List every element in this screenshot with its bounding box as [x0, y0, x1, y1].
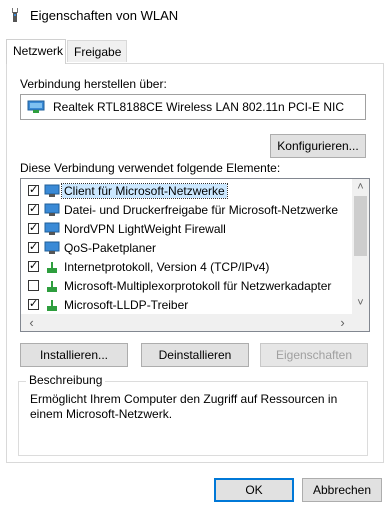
description-legend: Beschreibung — [26, 373, 106, 387]
properties-button[interactable]: Eigenschaften — [260, 343, 368, 367]
protocol-icon — [47, 281, 57, 292]
list-item-label: Microsoft-LLDP-Treiber — [64, 298, 189, 312]
components-label: Diese Verbindung verwendet folgende Elem… — [20, 161, 281, 175]
configure-button[interactable]: Konfigurieren... — [270, 134, 366, 158]
checkbox[interactable]: ✓ — [28, 185, 39, 196]
protocol-icon — [47, 262, 57, 273]
vertical-scrollbar[interactable]: ˄ ˅ — [352, 179, 369, 314]
checkbox[interactable]: ✓ — [28, 299, 39, 310]
tab-netzwerk[interactable]: Netzwerk — [6, 39, 66, 64]
list-item-tcpipv4[interactable]: ✓ Internetprotokoll, Version 4 (TCP/IPv4… — [21, 258, 351, 276]
wifi-adapter-icon — [12, 8, 18, 22]
ok-button[interactable]: OK — [214, 478, 294, 502]
adapter-field: Realtek RTL8188CE Wireless LAN 802.11n P… — [20, 94, 366, 120]
window-title: Eigenschaften von WLAN — [30, 8, 179, 23]
adapter-name: Realtek RTL8188CE Wireless LAN 802.11n P… — [53, 100, 345, 114]
list-item-label: NordVPN LightWeight Firewall — [64, 222, 226, 236]
list-item-qos[interactable]: ✓ QoS-Paketplaner — [21, 239, 351, 257]
install-button[interactable]: Installieren... — [20, 343, 128, 367]
checkbox[interactable]: ✓ — [28, 223, 39, 234]
list-item-file-printer-sharing[interactable]: ✓ Datei- und Druckerfreigabe für Microso… — [21, 201, 351, 219]
checkbox[interactable]: ✓ — [28, 204, 39, 215]
description-text: Ermöglicht Ihrem Computer den Zugriff au… — [30, 392, 338, 421]
list-item-lldp[interactable]: ✓ Microsoft-LLDP-Treiber — [21, 296, 351, 314]
title-bar: Eigenschaften von WLAN — [0, 0, 390, 30]
scroll-down-icon[interactable]: ˅ — [352, 297, 369, 309]
scroll-thumb[interactable] — [354, 196, 367, 256]
checkbox[interactable]: ✓ — [28, 261, 39, 272]
list-item-label: Microsoft-Multiplexorprotokoll für Netzw… — [64, 279, 332, 293]
protocol-icon — [47, 300, 57, 311]
list-item-client[interactable]: ✓ Client für Microsoft-Netzwerke — [21, 182, 351, 200]
list-item-multiplexor[interactable]: Microsoft-Multiplexorprotokoll für Netzw… — [21, 277, 351, 295]
list-item-nordvpn-firewall[interactable]: ✓ NordVPN LightWeight Firewall — [21, 220, 351, 238]
scroll-right-icon[interactable]: › — [334, 315, 351, 330]
list-item-label: Client für Microsoft-Netzwerke — [61, 183, 228, 199]
components-list[interactable]: ✓ Client für Microsoft-Netzwerke ✓ Datei… — [20, 178, 370, 332]
list-item-label: Datei- und Druckerfreigabe für Microsoft… — [64, 203, 339, 217]
checkbox[interactable]: ✓ — [28, 242, 39, 253]
network-client-icon — [44, 184, 60, 197]
list-item-label: QoS-Paketplaner — [64, 241, 157, 255]
uninstall-button[interactable]: Deinstallieren — [141, 343, 249, 367]
checkbox[interactable] — [28, 280, 39, 291]
connect-via-label: Verbindung herstellen über: — [20, 77, 167, 91]
network-service-icon — [44, 222, 60, 235]
network-service-icon — [44, 241, 60, 254]
list-item-label: Internetprotokoll, Version 4 (TCP/IPv4) — [64, 260, 270, 274]
scroll-left-icon[interactable]: ‹ — [23, 315, 40, 330]
network-service-icon — [44, 203, 60, 216]
network-adapter-icon — [27, 100, 45, 113]
cancel-button[interactable]: Abbrechen — [302, 478, 382, 502]
tab-freigabe[interactable]: Freigabe — [67, 40, 127, 62]
horizontal-scrollbar[interactable]: ‹ › — [21, 314, 369, 331]
scroll-up-icon[interactable]: ˄ — [352, 181, 369, 193]
